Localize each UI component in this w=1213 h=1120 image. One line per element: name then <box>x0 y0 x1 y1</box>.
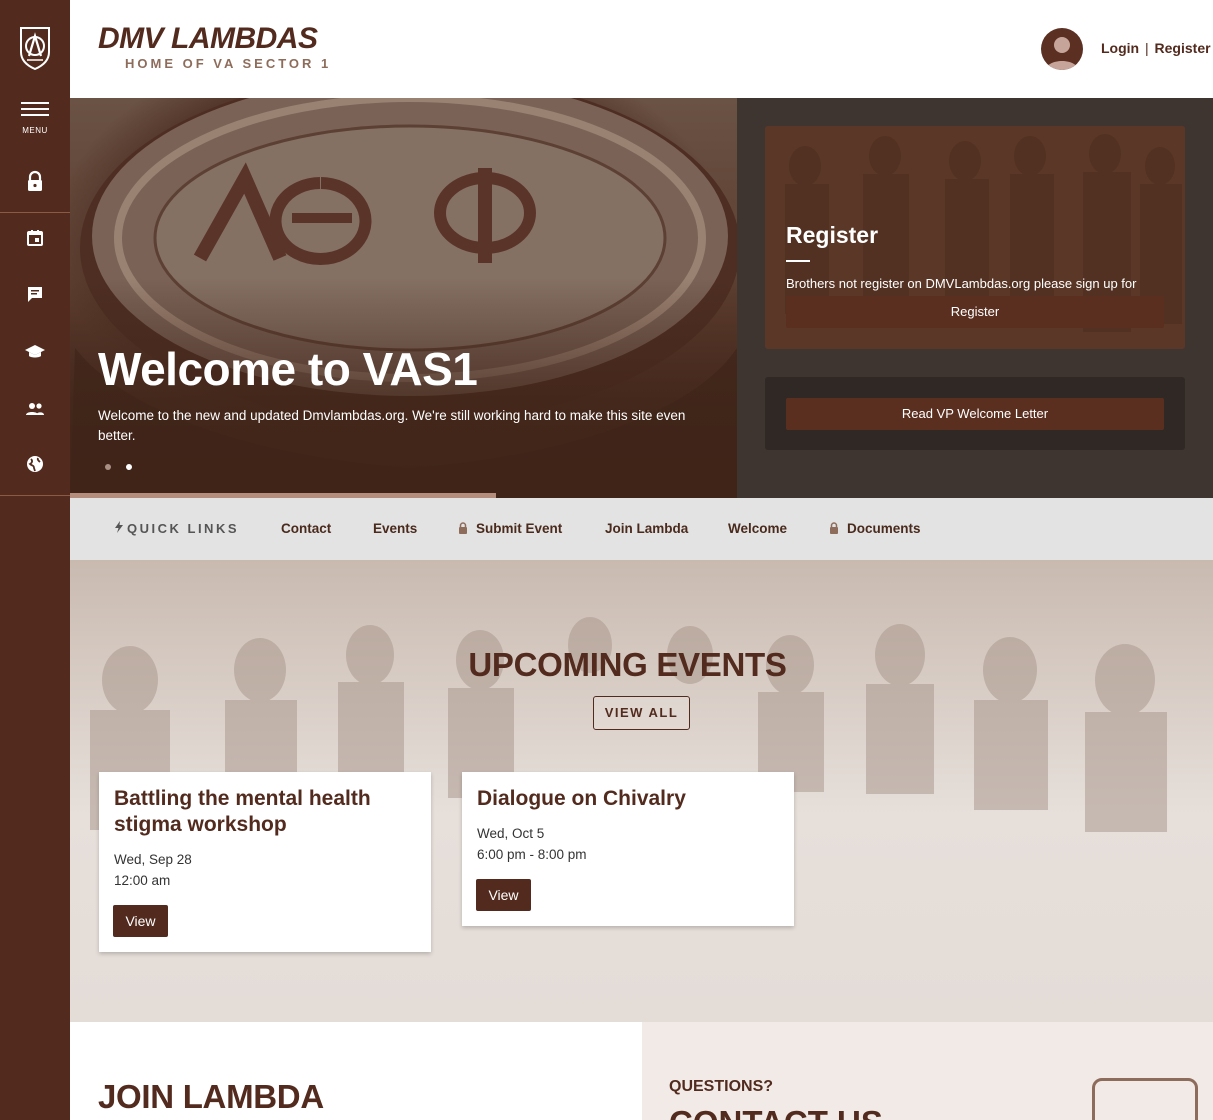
carousel-dot-2[interactable] <box>126 464 132 470</box>
chat-icon[interactable] <box>23 282 47 306</box>
hero-carousel: Welcome to VAS1 Welcome to the new and u… <box>70 98 737 498</box>
hamburger-icon-bar <box>21 108 49 110</box>
phone-icon <box>1092 1078 1198 1120</box>
event-title[interactable]: Battling the mental health stigma worksh… <box>114 786 419 838</box>
event-time: 12:00 am <box>114 873 171 888</box>
quick-link-documents[interactable]: Documents <box>829 521 921 536</box>
side-panel: Register Brothers not register on DMVLam… <box>737 98 1213 498</box>
sidebar: MENU <box>0 0 70 1120</box>
login-link[interactable]: Login <box>1101 40 1139 56</box>
hamburger-icon <box>21 102 49 104</box>
quick-links-label-text: QUICK LINKS <box>127 521 239 536</box>
quick-links-bar: QUICK LINKS Contact Events Submit Event … <box>70 498 1213 560</box>
quick-links-label: QUICK LINKS <box>115 521 239 536</box>
join-lambda-title: JOIN LAMBDA <box>98 1078 324 1115</box>
event-card: Battling the mental health stigma worksh… <box>99 772 431 952</box>
vp-letter-card: Read VP Welcome Letter <box>765 377 1185 450</box>
site-title[interactable]: DMV LAMBDAS <box>98 22 318 56</box>
auth-links: Login | Register <box>1101 40 1211 56</box>
lock-icon <box>830 522 838 534</box>
contact-section: QUESTIONS? CONTACT US <box>642 1022 1213 1120</box>
lightning-icon <box>115 521 123 533</box>
register-link[interactable]: Register <box>1155 40 1211 56</box>
contact-kicker: QUESTIONS? <box>669 1078 774 1095</box>
quick-link-welcome[interactable]: Welcome <box>728 521 787 536</box>
contact-title: CONTACT US <box>669 1104 883 1120</box>
site-subtitle: HOME OF VA SECTOR 1 <box>125 56 332 71</box>
event-time: 6:00 pm - 8:00 pm <box>477 847 587 862</box>
lock-icon[interactable] <box>23 170 47 194</box>
quick-link-documents-label: Documents <box>847 521 921 536</box>
carousel-dot-1[interactable] <box>105 464 111 470</box>
read-vp-letter-button[interactable]: Read VP Welcome Letter <box>786 398 1164 430</box>
sidebar-divider <box>0 212 70 213</box>
quick-link-contact[interactable]: Contact <box>281 521 331 536</box>
globe-icon[interactable] <box>23 452 47 476</box>
hero-title: Welcome to VAS1 <box>98 343 478 395</box>
quick-link-submit-event[interactable]: Submit Event <box>458 521 562 536</box>
hamburger-icon-bar <box>21 114 49 116</box>
register-card: Register Brothers not register on DMVLam… <box>765 126 1185 349</box>
hero-text: Welcome to the new and updated Dmvlambda… <box>98 408 686 443</box>
event-title[interactable]: Dialogue on Chivalry <box>477 786 782 812</box>
join-lambda-section: JOIN LAMBDA <box>70 1022 642 1120</box>
calendar-icon[interactable] <box>23 226 47 250</box>
upcoming-events-section: UPCOMING EVENTS VIEW ALL Battling the me… <box>70 560 1213 1022</box>
quick-link-submit-event-label: Submit Event <box>476 521 563 536</box>
register-button[interactable]: Register <box>786 296 1164 328</box>
graduation-cap-icon[interactable] <box>23 340 47 364</box>
view-all-button[interactable]: VIEW ALL <box>593 696 690 730</box>
event-date: Wed, Oct 5 <box>477 826 545 841</box>
event-view-button[interactable]: View <box>113 905 168 937</box>
people-icon[interactable] <box>23 397 47 421</box>
site-header: DMV LAMBDAS HOME OF VA SECTOR 1 Login | … <box>70 0 1213 98</box>
menu-button[interactable]: MENU <box>0 98 70 144</box>
avatar[interactable] <box>1041 28 1083 70</box>
upcoming-events-title: UPCOMING EVENTS <box>468 646 787 683</box>
event-card: Dialogue on Chivalry Wed, Oct 5 6:00 pm … <box>462 772 794 926</box>
sidebar-divider <box>0 495 70 496</box>
quick-link-events[interactable]: Events <box>373 521 417 536</box>
register-card-title: Register <box>786 222 879 248</box>
quick-link-join-lambda[interactable]: Join Lambda <box>605 521 688 536</box>
menu-label: MENU <box>22 126 48 135</box>
event-view-button[interactable]: View <box>476 879 531 911</box>
lambda-crest-icon[interactable] <box>17 26 53 70</box>
register-card-rule <box>786 260 810 262</box>
event-date: Wed, Sep 28 <box>114 852 192 867</box>
auth-separator: | <box>1145 40 1149 56</box>
user-avatar-icon <box>1046 37 1078 70</box>
lock-icon <box>459 522 467 534</box>
